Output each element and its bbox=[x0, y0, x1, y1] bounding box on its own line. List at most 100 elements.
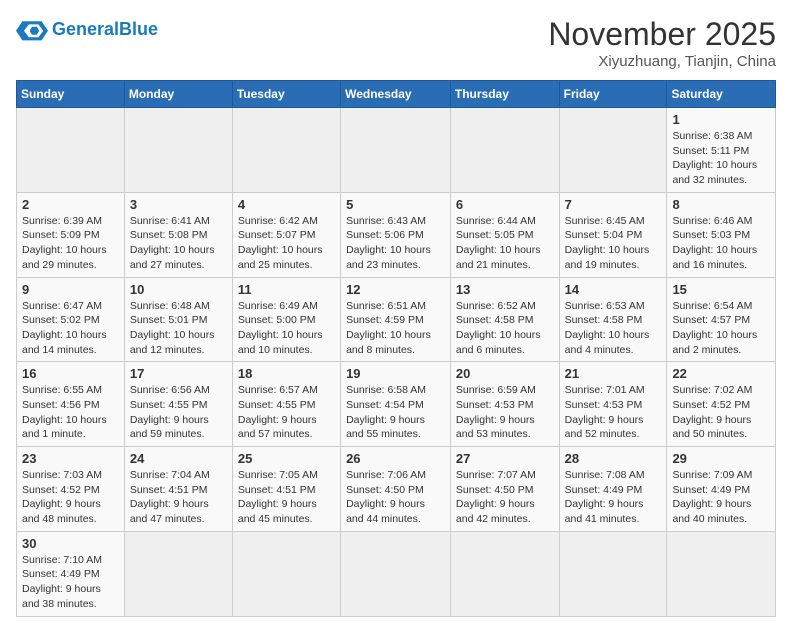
calendar-cell: 16 Sunrise: 6:55 AM Sunset: 4:56 PM Dayli… bbox=[17, 362, 125, 447]
calendar-cell: 22 Sunrise: 7:02 AM Sunset: 4:52 PM Dayli… bbox=[667, 362, 776, 447]
calendar-cell bbox=[667, 531, 776, 616]
calendar-cell: 12 Sunrise: 6:51 AM Sunset: 4:59 PM Dayli… bbox=[341, 277, 451, 362]
page-header: GeneralBlue November 2025 Xiyuzhuang, Ti… bbox=[16, 16, 776, 70]
day-number: 27 bbox=[456, 451, 554, 466]
day-info: Sunrise: 6:45 AM Sunset: 5:04 PM Dayligh… bbox=[565, 214, 662, 273]
day-info: Sunrise: 7:09 AM Sunset: 4:49 PM Dayligh… bbox=[672, 468, 770, 527]
day-number: 26 bbox=[346, 451, 445, 466]
calendar-week-4: 16 Sunrise: 6:55 AM Sunset: 4:56 PM Dayli… bbox=[17, 362, 776, 447]
calendar-cell bbox=[232, 531, 340, 616]
day-info: Sunrise: 7:06 AM Sunset: 4:50 PM Dayligh… bbox=[346, 468, 445, 527]
day-info: Sunrise: 6:38 AM Sunset: 5:11 PM Dayligh… bbox=[672, 129, 770, 188]
calendar-cell: 20 Sunrise: 6:59 AM Sunset: 4:53 PM Dayli… bbox=[450, 362, 559, 447]
calendar-cell: 15 Sunrise: 6:54 AM Sunset: 4:57 PM Dayli… bbox=[667, 277, 776, 362]
calendar-cell: 2 Sunrise: 6:39 AM Sunset: 5:09 PM Daylig… bbox=[17, 192, 125, 277]
day-info: Sunrise: 6:54 AM Sunset: 4:57 PM Dayligh… bbox=[672, 299, 770, 358]
day-number: 7 bbox=[565, 197, 662, 212]
calendar-cell: 10Sunrise: 6:48 AM Sunset: 5:01 PM Dayli… bbox=[124, 277, 232, 362]
calendar-header: SundayMondayTuesdayWednesdayThursdayFrid… bbox=[17, 81, 776, 108]
day-number: 30 bbox=[22, 536, 119, 551]
day-number: 4 bbox=[238, 197, 335, 212]
day-number: 8 bbox=[672, 197, 770, 212]
day-number: 15 bbox=[672, 282, 770, 297]
day-number: 29 bbox=[672, 451, 770, 466]
day-number: 2 bbox=[22, 197, 119, 212]
calendar-cell: 25 Sunrise: 7:05 AM Sunset: 4:51 PM Dayli… bbox=[232, 447, 340, 532]
day-info: Sunrise: 6:57 AM Sunset: 4:55 PM Dayligh… bbox=[238, 383, 335, 442]
day-number: 18 bbox=[238, 366, 335, 381]
day-number: 19 bbox=[346, 366, 445, 381]
day-info: Sunrise: 7:05 AM Sunset: 4:51 PM Dayligh… bbox=[238, 468, 335, 527]
day-info: Sunrise: 7:01 AM Sunset: 4:53 PM Dayligh… bbox=[565, 383, 662, 442]
day-info: Sunrise: 6:53 AM Sunset: 4:58 PM Dayligh… bbox=[565, 299, 662, 358]
calendar-cell: 17Sunrise: 6:56 AM Sunset: 4:55 PM Dayli… bbox=[124, 362, 232, 447]
calendar-cell: 3 Sunrise: 6:41 AM Sunset: 5:08 PM Daylig… bbox=[124, 192, 232, 277]
day-number: 5 bbox=[346, 197, 445, 212]
logo-text: GeneralBlue bbox=[52, 20, 158, 40]
day-number: 14 bbox=[565, 282, 662, 297]
day-number: 3 bbox=[130, 197, 227, 212]
calendar-cell bbox=[559, 531, 667, 616]
day-info: Sunrise: 6:43 AM Sunset: 5:06 PM Dayligh… bbox=[346, 214, 445, 273]
calendar-cell bbox=[450, 108, 559, 193]
day-info: Sunrise: 6:51 AM Sunset: 4:59 PM Dayligh… bbox=[346, 299, 445, 358]
calendar-week-6: 30 Sunrise: 7:10 AM Sunset: 4:49 PM Dayli… bbox=[17, 531, 776, 616]
calendar-cell: 13Sunrise: 6:52 AM Sunset: 4:58 PM Dayli… bbox=[450, 277, 559, 362]
weekday-header-tuesday: Tuesday bbox=[232, 81, 340, 108]
calendar-week-3: 9Sunrise: 6:47 AM Sunset: 5:02 PM Daylig… bbox=[17, 277, 776, 362]
calendar-cell: 28Sunrise: 7:08 AM Sunset: 4:49 PM Dayli… bbox=[559, 447, 667, 532]
calendar-cell: 29 Sunrise: 7:09 AM Sunset: 4:49 PM Dayli… bbox=[667, 447, 776, 532]
day-info: Sunrise: 7:10 AM Sunset: 4:49 PM Dayligh… bbox=[22, 553, 119, 612]
calendar-cell: 21Sunrise: 7:01 AM Sunset: 4:53 PM Dayli… bbox=[559, 362, 667, 447]
day-number: 1 bbox=[672, 112, 770, 127]
day-info: Sunrise: 6:41 AM Sunset: 5:08 PM Dayligh… bbox=[130, 214, 227, 273]
calendar-cell: 9Sunrise: 6:47 AM Sunset: 5:02 PM Daylig… bbox=[17, 277, 125, 362]
generalblue-logo-icon bbox=[16, 16, 48, 44]
calendar-cell: 14 Sunrise: 6:53 AM Sunset: 4:58 PM Dayli… bbox=[559, 277, 667, 362]
day-number: 17 bbox=[130, 366, 227, 381]
calendar-cell bbox=[124, 108, 232, 193]
calendar-cell: 27Sunrise: 7:07 AM Sunset: 4:50 PM Dayli… bbox=[450, 447, 559, 532]
day-info: Sunrise: 6:48 AM Sunset: 5:01 PM Dayligh… bbox=[130, 299, 227, 358]
weekday-header-row: SundayMondayTuesdayWednesdayThursdayFrid… bbox=[17, 81, 776, 108]
day-info: Sunrise: 6:58 AM Sunset: 4:54 PM Dayligh… bbox=[346, 383, 445, 442]
day-number: 9 bbox=[22, 282, 119, 297]
calendar-cell: 23Sunrise: 7:03 AM Sunset: 4:52 PM Dayli… bbox=[17, 447, 125, 532]
weekday-header-sunday: Sunday bbox=[17, 81, 125, 108]
calendar-cell: 6Sunrise: 6:44 AM Sunset: 5:05 PM Daylig… bbox=[450, 192, 559, 277]
calendar-cell bbox=[341, 531, 451, 616]
calendar-week-2: 2 Sunrise: 6:39 AM Sunset: 5:09 PM Daylig… bbox=[17, 192, 776, 277]
day-info: Sunrise: 7:03 AM Sunset: 4:52 PM Dayligh… bbox=[22, 468, 119, 527]
calendar-cell: 30 Sunrise: 7:10 AM Sunset: 4:49 PM Dayli… bbox=[17, 531, 125, 616]
day-info: Sunrise: 6:59 AM Sunset: 4:53 PM Dayligh… bbox=[456, 383, 554, 442]
calendar-cell bbox=[17, 108, 125, 193]
month-title: November 2025 bbox=[548, 16, 776, 53]
day-number: 12 bbox=[346, 282, 445, 297]
day-info: Sunrise: 7:02 AM Sunset: 4:52 PM Dayligh… bbox=[672, 383, 770, 442]
day-number: 20 bbox=[456, 366, 554, 381]
calendar-cell: 19 Sunrise: 6:58 AM Sunset: 4:54 PM Dayli… bbox=[341, 362, 451, 447]
day-number: 13 bbox=[456, 282, 554, 297]
calendar-week-1: 1 Sunrise: 6:38 AM Sunset: 5:11 PM Daylig… bbox=[17, 108, 776, 193]
calendar-cell: 26 Sunrise: 7:06 AM Sunset: 4:50 PM Dayli… bbox=[341, 447, 451, 532]
day-info: Sunrise: 6:55 AM Sunset: 4:56 PM Dayligh… bbox=[22, 383, 119, 442]
day-number: 24 bbox=[130, 451, 227, 466]
location: Xiyuzhuang, Tianjin, China bbox=[548, 53, 776, 70]
weekday-header-monday: Monday bbox=[124, 81, 232, 108]
calendar-cell bbox=[341, 108, 451, 193]
calendar-cell: 18 Sunrise: 6:57 AM Sunset: 4:55 PM Dayli… bbox=[232, 362, 340, 447]
day-number: 25 bbox=[238, 451, 335, 466]
weekday-header-thursday: Thursday bbox=[450, 81, 559, 108]
day-info: Sunrise: 6:49 AM Sunset: 5:00 PM Dayligh… bbox=[238, 299, 335, 358]
day-info: Sunrise: 6:46 AM Sunset: 5:03 PM Dayligh… bbox=[672, 214, 770, 273]
day-number: 16 bbox=[22, 366, 119, 381]
calendar-cell bbox=[450, 531, 559, 616]
day-number: 22 bbox=[672, 366, 770, 381]
calendar-cell: 8 Sunrise: 6:46 AM Sunset: 5:03 PM Daylig… bbox=[667, 192, 776, 277]
calendar-cell: 5 Sunrise: 6:43 AM Sunset: 5:06 PM Daylig… bbox=[341, 192, 451, 277]
calendar-body: 1 Sunrise: 6:38 AM Sunset: 5:11 PM Daylig… bbox=[17, 108, 776, 617]
calendar-cell bbox=[232, 108, 340, 193]
day-info: Sunrise: 6:39 AM Sunset: 5:09 PM Dayligh… bbox=[22, 214, 119, 273]
day-number: 28 bbox=[565, 451, 662, 466]
day-number: 6 bbox=[456, 197, 554, 212]
